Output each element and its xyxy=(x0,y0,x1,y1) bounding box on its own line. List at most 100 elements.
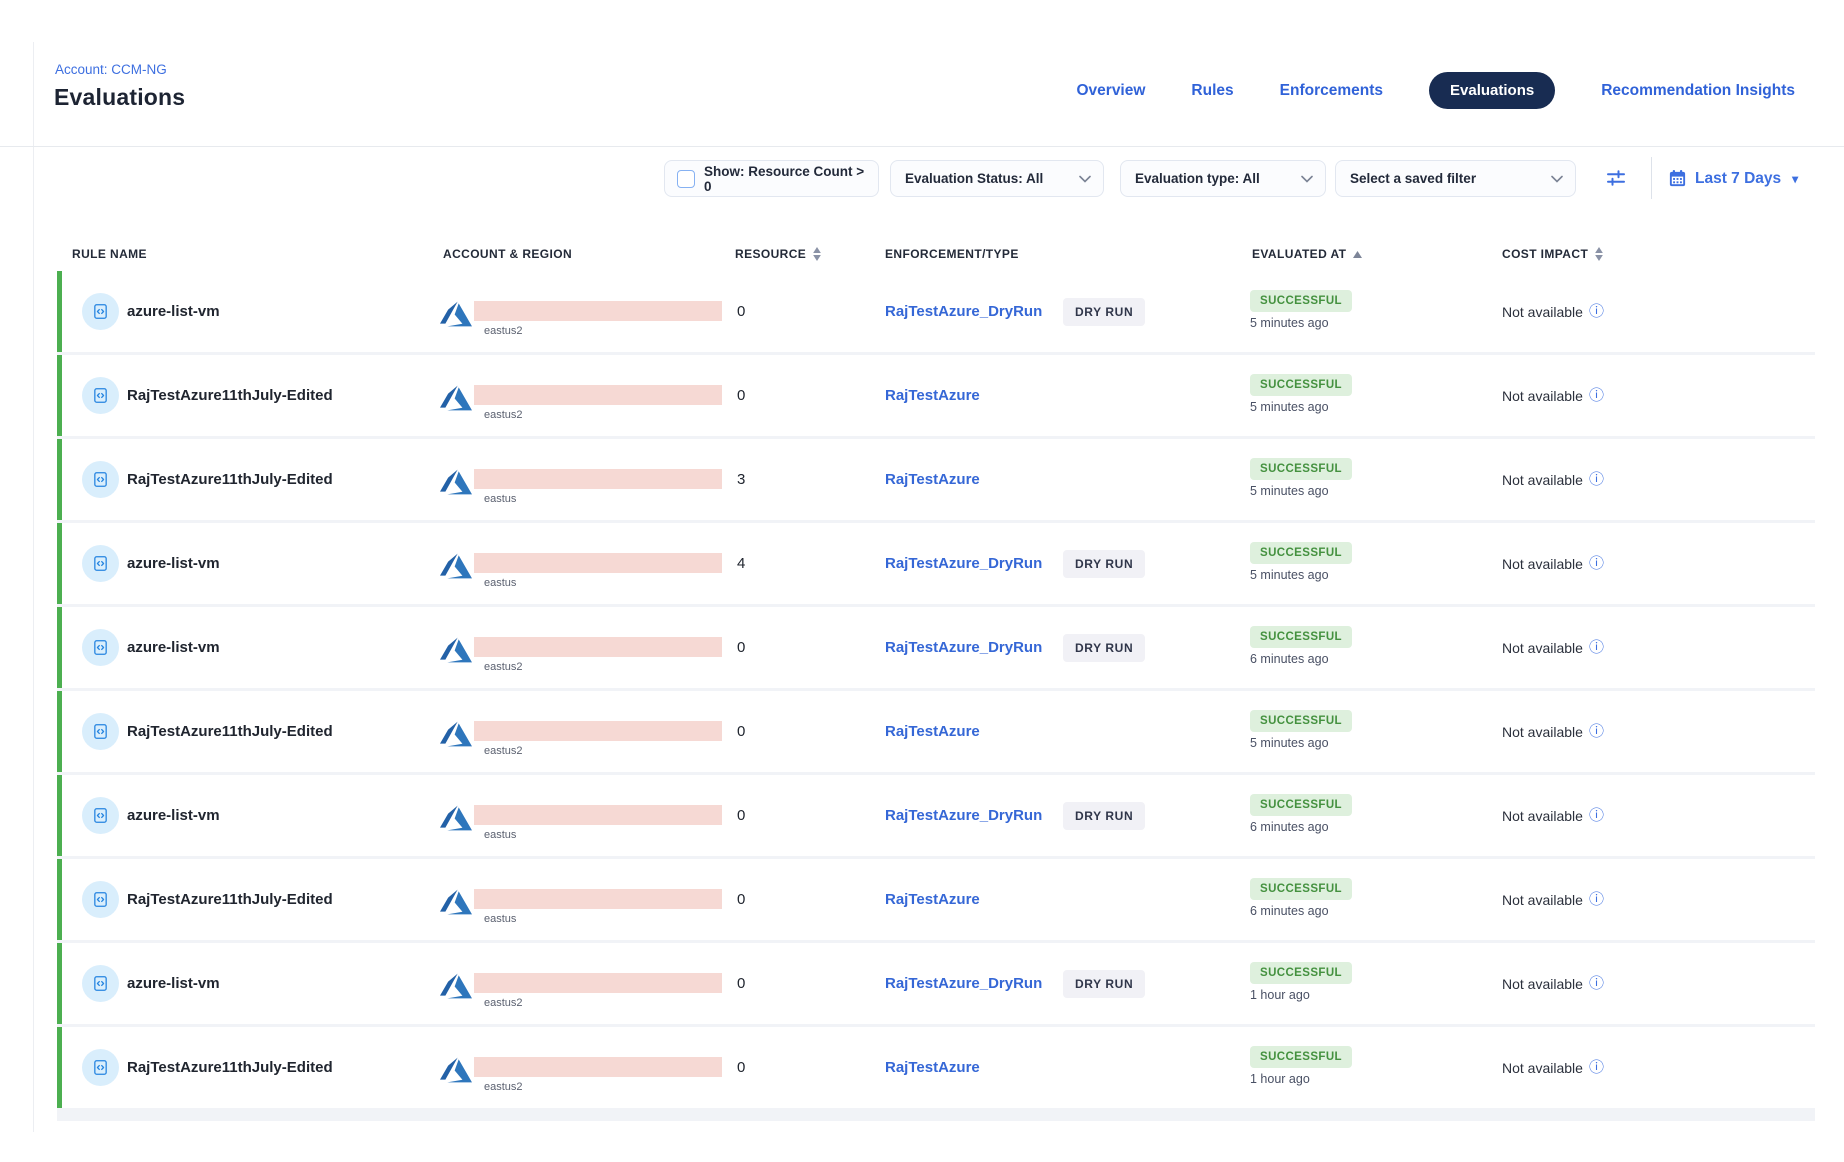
col-header-evaluated-at[interactable]: EVALUATED AT xyxy=(1252,247,1362,261)
evaluation-type-select[interactable]: Evaluation type: All xyxy=(1120,160,1326,197)
dry-run-badge: DRY RUN xyxy=(1063,802,1145,830)
rule-code-icon xyxy=(82,881,119,918)
enforcement-link[interactable]: RajTestAzure xyxy=(885,355,980,436)
rule-code-icon xyxy=(82,965,119,1002)
evaluation-status-select[interactable]: Evaluation Status: All xyxy=(890,160,1104,197)
row-status-accent-bar xyxy=(57,523,62,604)
table-row[interactable]: RajTestAzure11thJuly-Edited eastus2 0 Ra… xyxy=(57,1027,1815,1108)
enforcement-link[interactable]: RajTestAzure xyxy=(885,1027,980,1108)
dry-run-badge: DRY RUN xyxy=(1063,550,1145,578)
table-row[interactable]: RajTestAzure11thJuly-Edited eastus2 0 Ra… xyxy=(57,355,1815,436)
enforcement-link[interactable]: RajTestAzure xyxy=(885,439,980,520)
table-row[interactable]: RajTestAzure11thJuly-Edited eastus 3 Raj… xyxy=(57,439,1815,520)
cost-impact: Not available ⓘ xyxy=(1502,892,1604,908)
table-row[interactable]: azure-list-vm eastus 0 RajTestAzure_DryR… xyxy=(57,775,1815,856)
status-badge: SUCCESSFUL xyxy=(1250,878,1352,900)
info-icon[interactable]: ⓘ xyxy=(1589,976,1604,991)
info-icon[interactable]: ⓘ xyxy=(1589,892,1604,907)
info-icon[interactable]: ⓘ xyxy=(1589,472,1604,487)
info-icon[interactable]: ⓘ xyxy=(1589,556,1604,571)
table-row[interactable]: RajTestAzure11thJuly-Edited eastus2 0 Ra… xyxy=(57,691,1815,772)
tab-recommendation-insights[interactable]: Recommendation Insights xyxy=(1601,82,1795,100)
info-icon[interactable]: ⓘ xyxy=(1589,1060,1604,1075)
enforcement-link[interactable]: RajTestAzure_DryRun xyxy=(885,271,1042,352)
row-status-accent-bar xyxy=(57,607,62,688)
evaluated-time: 1 hour ago xyxy=(1250,988,1310,1002)
sort-asc-icon[interactable] xyxy=(1353,251,1362,258)
evaluated-time: 5 minutes ago xyxy=(1250,400,1329,414)
row-status-accent-bar xyxy=(57,439,62,520)
enforcement-link[interactable]: RajTestAzure_DryRun xyxy=(885,523,1042,604)
page-title: Evaluations xyxy=(54,84,185,111)
col-header-resource[interactable]: RESOURCE xyxy=(735,247,821,261)
col-header-cost-impact[interactable]: COST IMPACT xyxy=(1502,247,1603,261)
enforcement-link[interactable]: RajTestAzure_DryRun xyxy=(885,775,1042,856)
redacted-account-name xyxy=(474,805,722,825)
rule-code-icon xyxy=(82,713,119,750)
tab-enforcements[interactable]: Enforcements xyxy=(1280,82,1383,100)
resource-count-filter[interactable]: Show: Resource Count > 0 xyxy=(664,160,879,197)
tab-overview[interactable]: Overview xyxy=(1076,82,1145,100)
rule-name: azure-list-vm xyxy=(127,775,220,856)
chevron-down-icon xyxy=(1079,175,1091,183)
cost-impact-text: Not available xyxy=(1502,472,1583,488)
table-row[interactable]: azure-list-vm eastus2 0 RajTestAzure_Dry… xyxy=(57,943,1815,1024)
resource-count: 0 xyxy=(737,271,745,352)
cost-impact: Not available ⓘ xyxy=(1502,472,1604,488)
rule-code-icon xyxy=(82,293,119,330)
table-row[interactable]: azure-list-vm eastus2 0 RajTestAzure_Dry… xyxy=(57,271,1815,352)
resource-count: 0 xyxy=(737,691,745,772)
table-row[interactable]: RajTestAzure11thJuly-Edited eastus 0 Raj… xyxy=(57,859,1815,940)
region-label: eastus2 xyxy=(484,409,523,421)
table-row[interactable]: azure-list-vm eastus 4 RajTestAzure_DryR… xyxy=(57,523,1815,604)
enforcement-link[interactable]: RajTestAzure xyxy=(885,859,980,940)
sort-icon[interactable] xyxy=(813,247,821,261)
azure-icon xyxy=(440,382,472,414)
info-icon[interactable]: ⓘ xyxy=(1589,388,1604,403)
evaluated-time: 6 minutes ago xyxy=(1250,820,1329,834)
cost-impact: Not available ⓘ xyxy=(1502,1060,1604,1076)
redacted-account-name xyxy=(474,469,722,489)
region-label: eastus2 xyxy=(484,745,523,757)
cost-impact: Not available ⓘ xyxy=(1502,808,1604,824)
date-range-picker[interactable]: Last 7 Days ▾ xyxy=(1668,160,1798,197)
redacted-account-name xyxy=(474,637,722,657)
row-status-accent-bar xyxy=(57,859,62,940)
info-icon[interactable]: ⓘ xyxy=(1589,640,1604,655)
table-row[interactable]: azure-list-vm eastus2 0 RajTestAzure_Dry… xyxy=(57,607,1815,688)
cost-impact-text: Not available xyxy=(1502,1060,1583,1076)
rule-name: RajTestAzure11thJuly-Edited xyxy=(127,1027,333,1108)
filter-panel-button[interactable] xyxy=(1600,162,1632,194)
tab-evaluations-active[interactable]: Evaluations xyxy=(1429,72,1555,109)
evaluated-time: 5 minutes ago xyxy=(1250,484,1329,498)
info-icon[interactable]: ⓘ xyxy=(1589,808,1604,823)
region-label: eastus xyxy=(484,577,516,589)
resource-count: 0 xyxy=(737,355,745,436)
resource-count-label: Show: Resource Count > 0 xyxy=(704,164,866,194)
info-icon[interactable]: ⓘ xyxy=(1589,304,1604,319)
rule-name: RajTestAzure11thJuly-Edited xyxy=(127,439,333,520)
redacted-account-name xyxy=(474,385,722,405)
enforcement-link[interactable]: RajTestAzure_DryRun xyxy=(885,943,1042,1024)
evaluated-time: 6 minutes ago xyxy=(1250,904,1329,918)
redacted-account-name xyxy=(474,889,722,909)
breadcrumb[interactable]: Account: CCM-NG xyxy=(55,62,167,77)
row-status-accent-bar xyxy=(57,355,62,436)
status-badge: SUCCESSFUL xyxy=(1250,458,1352,480)
resource-count-checkbox[interactable] xyxy=(677,170,695,188)
azure-icon xyxy=(440,634,472,666)
enforcement-link[interactable]: RajTestAzure xyxy=(885,691,980,772)
saved-filter-select[interactable]: Select a saved filter xyxy=(1335,160,1576,197)
evaluated-time: 1 hour ago xyxy=(1250,1072,1310,1086)
enforcement-link[interactable]: RajTestAzure_DryRun xyxy=(885,607,1042,688)
sort-icon[interactable] xyxy=(1595,247,1603,261)
row-status-accent-bar xyxy=(57,691,62,772)
resource-count: 0 xyxy=(737,607,745,688)
content-left-border xyxy=(33,42,34,1132)
row-status-accent-bar xyxy=(57,775,62,856)
caret-down-icon: ▾ xyxy=(1792,172,1798,186)
azure-icon xyxy=(440,886,472,918)
tab-rules[interactable]: Rules xyxy=(1191,82,1233,100)
info-icon[interactable]: ⓘ xyxy=(1589,724,1604,739)
rule-name: azure-list-vm xyxy=(127,943,220,1024)
